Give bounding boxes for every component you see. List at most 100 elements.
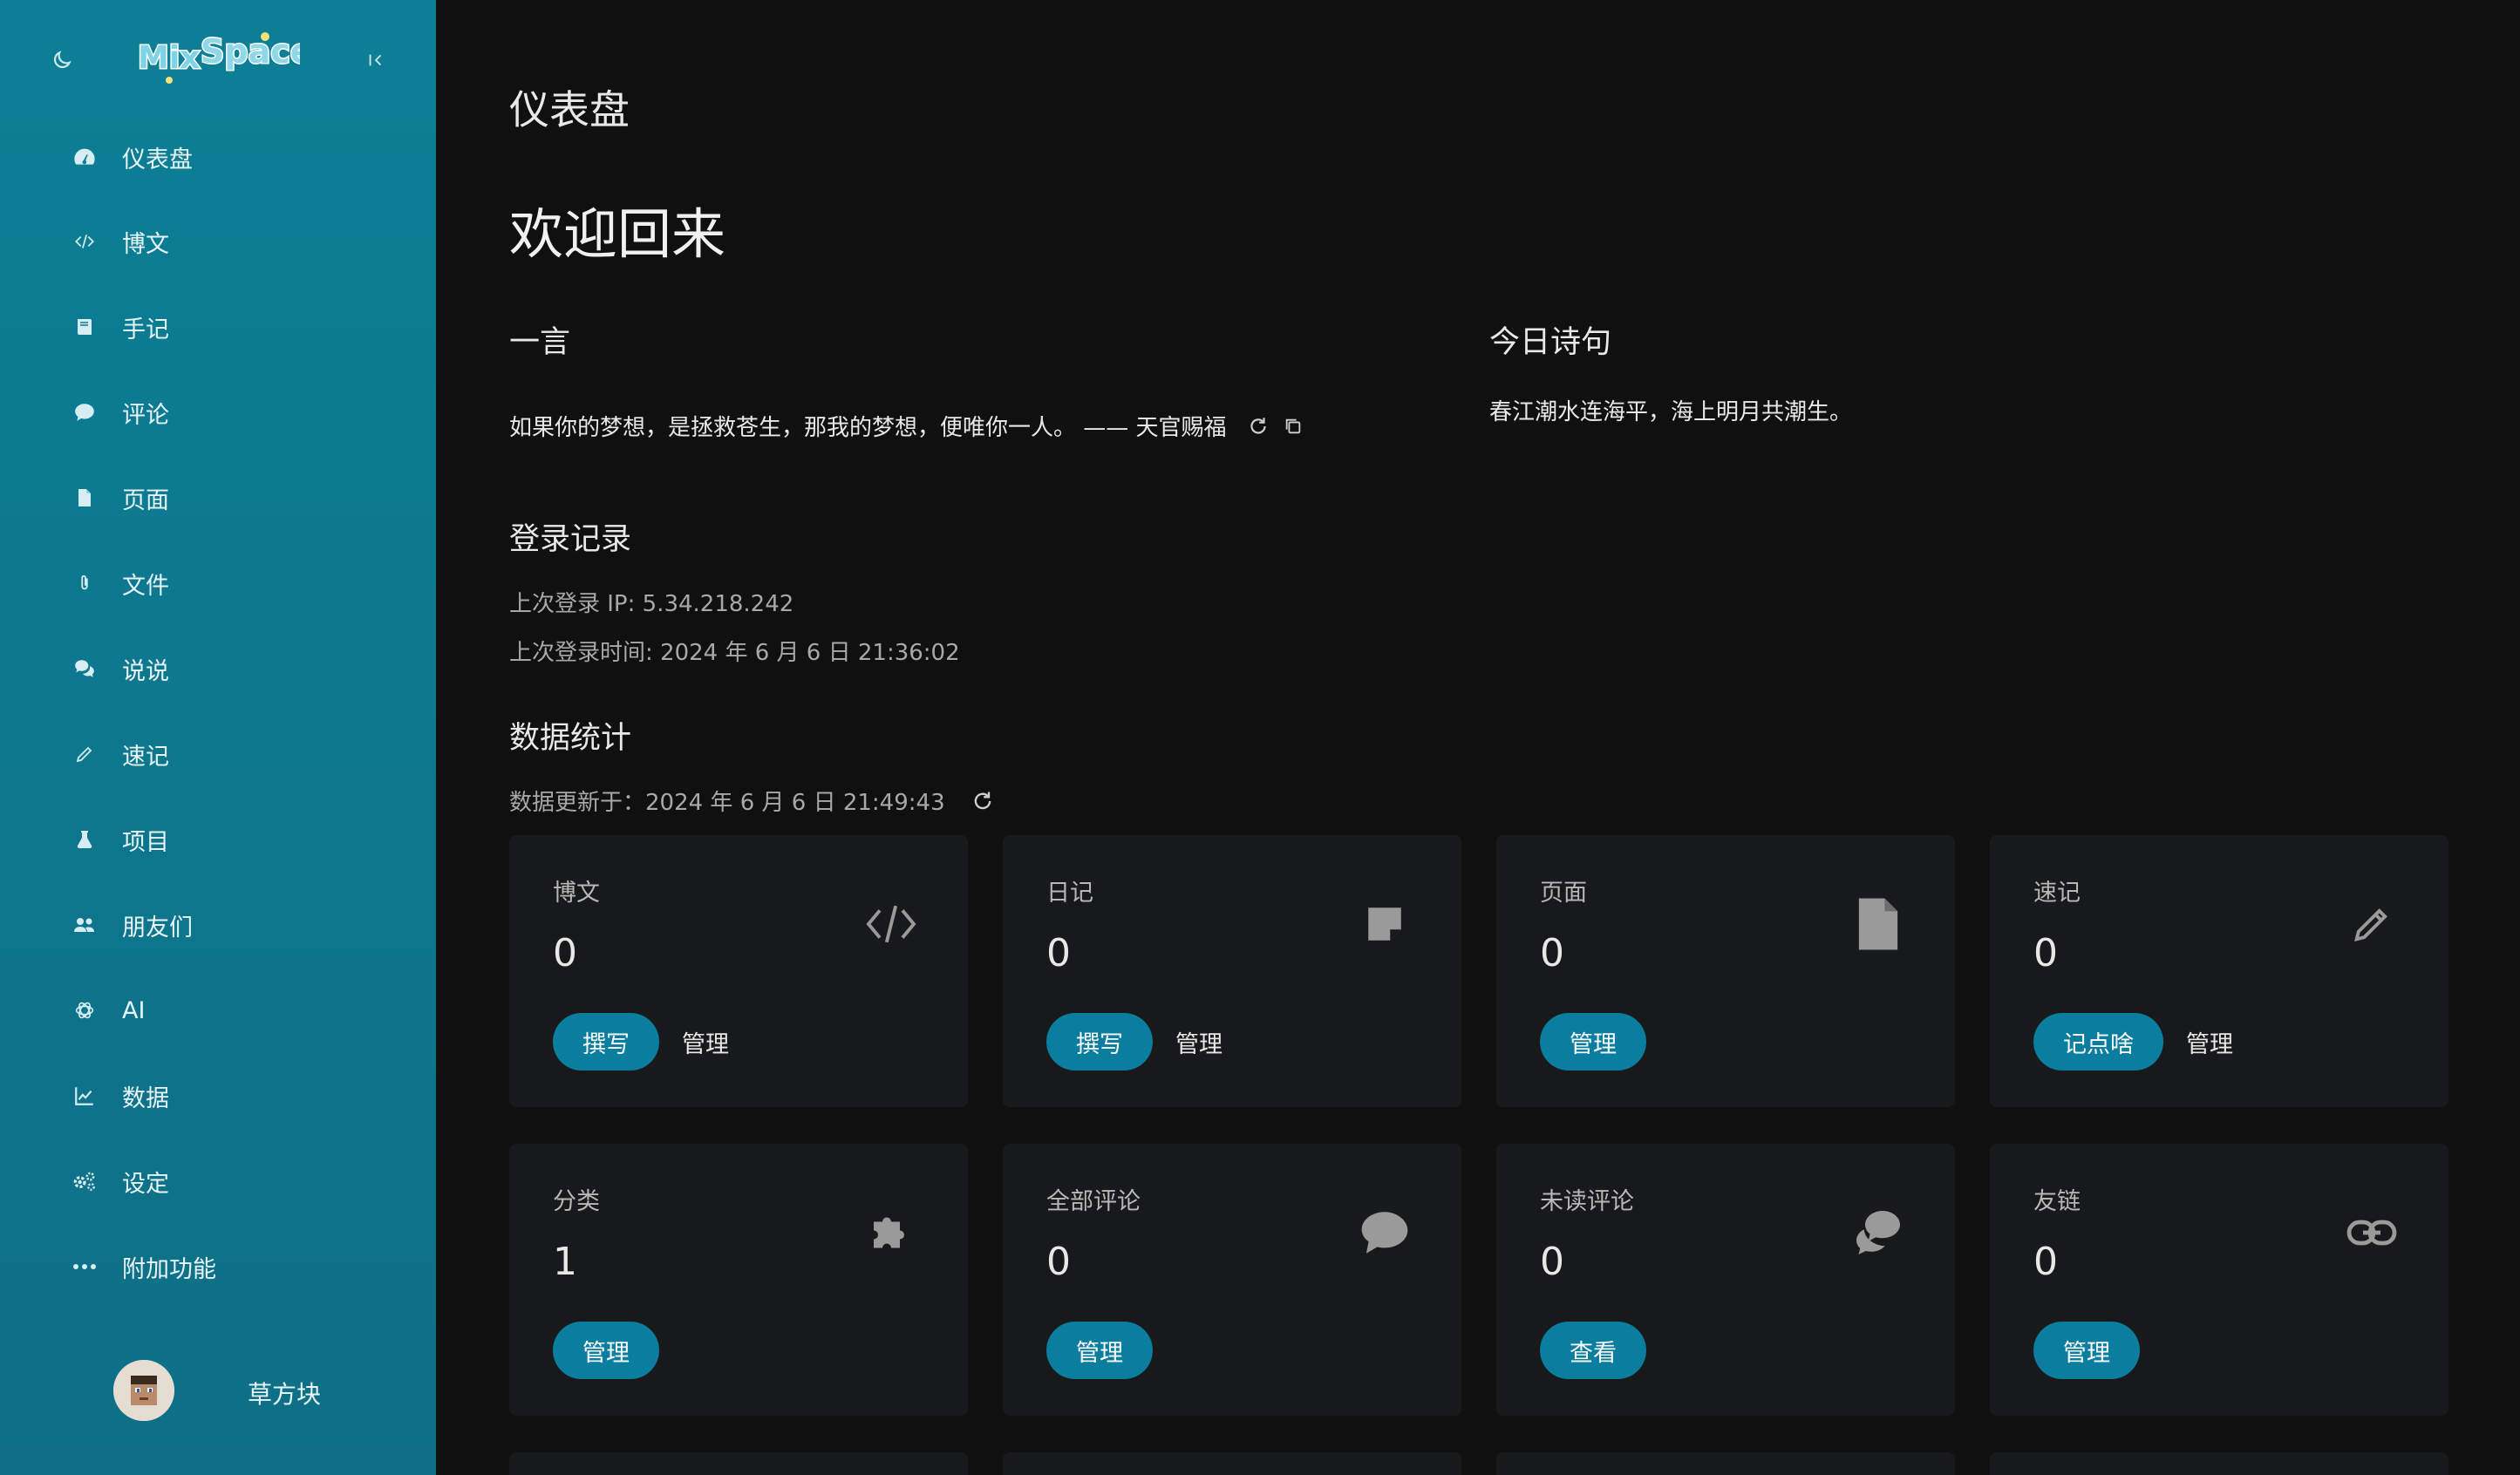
stat-card-title: 友链 (2033, 1188, 2081, 1215)
code-icon (863, 896, 919, 952)
pencil-icon (2344, 896, 2400, 952)
stat-card-title: 分类 (553, 1188, 600, 1215)
collapse-sidebar-icon[interactable] (366, 51, 385, 70)
refresh-icon[interactable] (1246, 414, 1270, 438)
sidebar-item-settings[interactable]: 设定 (0, 1146, 436, 1216)
sidebar-item-notes[interactable]: 手记 (0, 292, 436, 362)
last-login-time: 上次登录时间: 2024 年 6 月 6 日 21:36:02 (509, 640, 960, 666)
stat-card-links: 友链 0 管理 (1990, 1144, 2448, 1416)
stat-card-recently: 速记 0 记点啥 管理 (1990, 835, 2448, 1107)
stat-card-value: 0 (1046, 931, 1071, 975)
sidebar-item-label: 博文 (122, 230, 169, 258)
hitokoto-text: 如果你的梦想，是拯救苍生，那我的梦想，便唯你一人。 —— 天官赐福 (509, 415, 1227, 441)
puzzle-icon (863, 1205, 919, 1261)
stat-card-unread-comments: 未读评论 0 查看 (1496, 1144, 1955, 1416)
stat-card-title: 页面 (1540, 880, 1587, 907)
main-content: 仪表盘 欢迎回来 一言 如果你的梦想，是拯救苍生，那我的梦想，便唯你一人。 ——… (436, 0, 2520, 1475)
stat-card-partial (509, 1452, 968, 1475)
stats-title: 数据统计 (509, 721, 632, 756)
sidebar-item-ai[interactable]: AI (0, 975, 436, 1045)
stat-card-value: 0 (553, 931, 577, 975)
sidebar-item-projects[interactable]: 项目 (0, 805, 436, 874)
copy-icon[interactable] (1281, 414, 1305, 438)
sidebar-item-label: 仪表盘 (122, 146, 193, 173)
hitokoto-quote: 如果你的梦想，是拯救苍生，那我的梦想，便唯你一人。 —— 天官赐福 (509, 410, 1305, 442)
refresh-icon[interactable] (970, 788, 996, 814)
stat-card-categories: 分类 1 管理 (509, 1144, 968, 1416)
sidebar-item-label: 数据 (122, 1084, 169, 1112)
page-title: 仪表盘 (509, 86, 630, 133)
stat-card-all-comments: 全部评论 0 管理 (1003, 1144, 1461, 1416)
moon-icon[interactable] (51, 49, 73, 71)
openai-icon (72, 997, 98, 1023)
sidebar-item-label: 朋友们 (122, 914, 193, 941)
write-post-button[interactable]: 撰写 (553, 1013, 659, 1071)
sidebar: Mix Space 仪表盘 博文 手记 评论 页面 (0, 0, 436, 1475)
stat-card-pages: 页面 0 管理 (1496, 835, 1955, 1107)
code-icon (72, 228, 98, 255)
svg-text:Space: Space (201, 32, 300, 71)
sidebar-item-files[interactable]: 文件 (0, 548, 436, 618)
view-unread-button[interactable]: 查看 (1540, 1322, 1646, 1379)
stat-card-value: 0 (2033, 931, 2058, 975)
poem-title: 今日诗句 (1489, 325, 1612, 360)
hitokoto-title: 一言 (509, 325, 571, 360)
manage-recently-button[interactable]: 管理 (2186, 1025, 2233, 1059)
manage-notes-button[interactable]: 管理 (1175, 1025, 1223, 1059)
stat-card-partial (1003, 1452, 1461, 1475)
manage-comments-button[interactable]: 管理 (1046, 1322, 1153, 1379)
stat-card-title: 未读评论 (1540, 1188, 1634, 1215)
stats-updated: 数据更新于：2024 年 6 月 6 日 21:49:43 (509, 785, 996, 817)
sidebar-item-label: 手记 (122, 316, 169, 343)
stat-card-value: 0 (1046, 1240, 1071, 1284)
chart-line-icon (72, 1083, 98, 1109)
sidebar-item-label: 评论 (122, 401, 169, 429)
sidebar-item-pages[interactable]: 页面 (0, 463, 436, 533)
sidebar-item-posts[interactable]: 博文 (0, 207, 436, 276)
sidebar-item-recently[interactable]: 速记 (0, 719, 436, 789)
login-record-title: 登录记录 (509, 522, 632, 557)
sidebar-item-label: 项目 (122, 828, 169, 856)
manage-links-button[interactable]: 管理 (2033, 1322, 2140, 1379)
book-icon (72, 314, 98, 340)
record-something-button[interactable]: 记点啥 (2033, 1013, 2163, 1071)
stat-card-partial (1496, 1452, 1955, 1475)
manage-pages-button[interactable]: 管理 (1540, 1013, 1646, 1071)
sidebar-item-extra[interactable]: 附加功能 (0, 1232, 436, 1302)
sidebar-item-comments[interactable]: 评论 (0, 377, 436, 447)
sidebar-item-label: 设定 (122, 1170, 169, 1198)
sidebar-item-dashboard[interactable]: 仪表盘 (0, 122, 436, 192)
user-profile[interactable]: 草方块 (0, 1360, 436, 1421)
sticky-note-icon (1357, 896, 1413, 952)
logo[interactable]: Mix Space (134, 26, 314, 94)
stat-card-title: 日记 (1046, 880, 1093, 907)
comment-icon (1357, 1205, 1413, 1261)
comments-icon (72, 656, 98, 682)
stat-card-value: 0 (2033, 1240, 2058, 1284)
stat-card-title: 博文 (553, 880, 600, 907)
write-note-button[interactable]: 撰写 (1046, 1013, 1153, 1071)
avatar[interactable] (113, 1360, 174, 1421)
stat-card-partial (1990, 1452, 2448, 1475)
sidebar-item-analyze[interactable]: 数据 (0, 1061, 436, 1131)
manage-posts-button[interactable]: 管理 (682, 1025, 729, 1059)
sidebar-item-says[interactable]: 说说 (0, 634, 436, 704)
stat-card-posts: 博文 0 撰写 管理 (509, 835, 968, 1107)
file-icon (1850, 896, 1906, 952)
sidebar-item-friends[interactable]: 朋友们 (0, 890, 436, 960)
pencil-icon (72, 741, 98, 767)
file-icon (72, 485, 98, 511)
stat-card-value: 1 (553, 1240, 577, 1284)
users-icon (72, 912, 98, 938)
svg-text:Mix: Mix (138, 40, 200, 76)
manage-categories-button[interactable]: 管理 (553, 1322, 659, 1379)
sidebar-item-label: 说说 (122, 657, 169, 685)
welcome-heading: 欢迎回来 (509, 202, 726, 266)
stat-card-title: 全部评论 (1046, 1188, 1141, 1215)
sidebar-header: Mix Space (0, 0, 436, 122)
stats-updated-text: 数据更新于：2024 年 6 月 6 日 21:49:43 (509, 790, 945, 816)
cogs-icon (72, 1168, 98, 1194)
paperclip-icon (72, 570, 98, 596)
stat-card-title: 速记 (2033, 880, 2081, 907)
sidebar-item-label: 附加功能 (122, 1255, 216, 1283)
